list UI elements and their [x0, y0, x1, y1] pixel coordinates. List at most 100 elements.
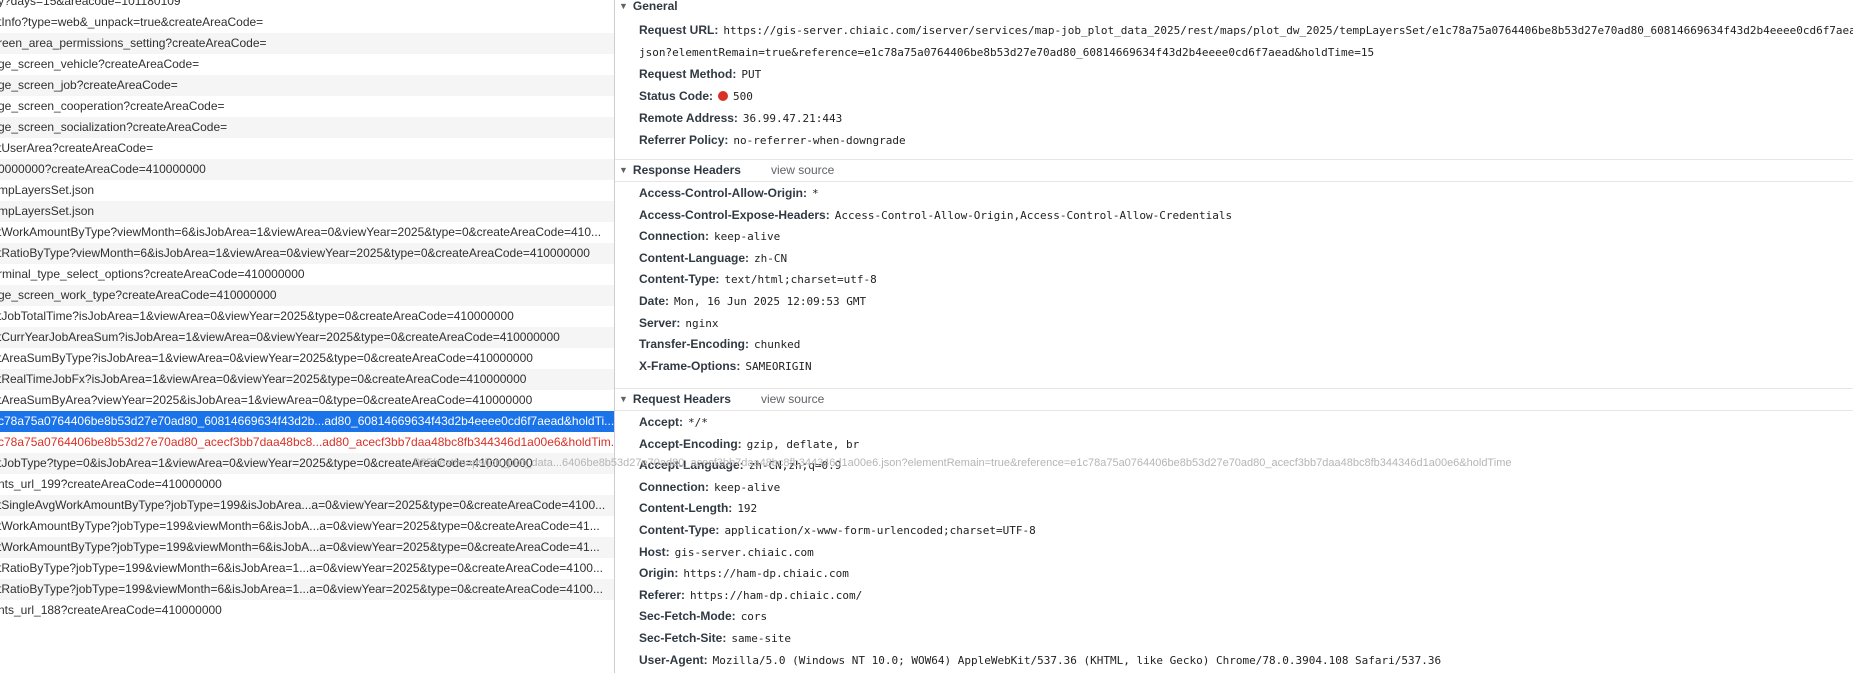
general-section-header[interactable]: ▼ General [615, 0, 1853, 17]
header-value: Access-Control-Allow-Origin,Access-Contr… [834, 208, 1233, 222]
header-key: Connection: [639, 479, 709, 494]
request-list-item[interactable]: reen_area_permissions_setting?createArea… [0, 33, 614, 54]
request-list-item[interactable]: c78a75a0764406be8b53d27e70ad80_acecf3bb7… [0, 432, 614, 453]
view-source-link[interactable]: view source [771, 163, 834, 177]
request-list-item[interactable]: tRatioByType?jobType=199&viewMonth=6&isJ… [0, 558, 614, 579]
request-name: 0000000?createAreaCode=410000000 [0, 162, 206, 176]
request-list-item[interactable]: c78a75a0764406be8b53d27e70ad80_608146696… [0, 411, 614, 432]
request-name: tAreaSumByArea?viewYear=2025&isJobArea=1… [0, 393, 533, 407]
request-list-item[interactable]: tUserArea?createAreaCode= [0, 138, 614, 159]
request-method-value: PUT [741, 68, 762, 81]
request-name: mpLayersSet.json [0, 204, 95, 218]
header-row: Content-Language: zh-CN [639, 247, 787, 269]
request-name: tSingleAvgWorkAmountByType?jobType=199&i… [0, 498, 606, 512]
request-list-item[interactable]: ge_screen_cooperation?createAreaCode= [0, 96, 614, 117]
header-key: Transfer-Encoding: [639, 337, 750, 352]
header-value: * [812, 187, 819, 200]
request-name: nts_url_188?createAreaCode=410000000 [0, 603, 222, 617]
header-value: nginx [685, 316, 719, 330]
header-row: Content-Length: 192 [639, 497, 757, 519]
header-value: https://ham-dp.chiaic.com [683, 567, 849, 581]
header-row: Date: Mon, 16 Jun 2025 12:09:53 GMT [639, 290, 866, 312]
request-list-item[interactable]: rminal_type_select_options?createAreaCod… [0, 264, 614, 285]
request-list-item[interactable]: tSingleAvgWorkAmountByType?jobType=199&i… [0, 495, 614, 516]
header-key: Referer: [639, 587, 686, 602]
header-value: keep-alive [714, 230, 781, 244]
status-code-row: Status Code: 500 [639, 85, 753, 107]
header-key: Origin: [639, 566, 679, 581]
header-value: zh-CN,zh;q=0.9 [748, 459, 842, 473]
request-list-item[interactable]: ge_screen_job?createAreaCode= [0, 75, 614, 96]
request-list-item[interactable]: tRatioByType?jobType=199&viewMonth=6&isJ… [0, 579, 614, 600]
collapse-triangle-icon[interactable]: ▼ [619, 389, 628, 410]
request-list-item[interactable]: tWorkAmountByType?jobType=199&viewMonth=… [0, 516, 614, 537]
request-url-value-continued: json?elementRemain=true&reference=e1c78a… [639, 46, 1375, 59]
header-value: gzip, deflate, br [746, 437, 860, 451]
request-list-item[interactable]: ge_screen_vehicle?createAreaCode= [0, 54, 614, 75]
header-key: Remote Address: [639, 111, 738, 125]
section-title: General [632, 0, 678, 13]
request-url-row: Request URL: https://gis-server.chiaic.co… [639, 19, 1853, 41]
request-method-row: Request Method: PUT [639, 63, 761, 85]
header-key: Status Code: [639, 89, 714, 103]
request-list-item[interactable]: tWorkAmountByType?jobType=199&viewMonth=… [0, 537, 614, 558]
section-title: Request Headers [632, 392, 731, 406]
request-name: tUserArea?createAreaCode= [0, 141, 154, 155]
request-list-item[interactable]: ge_screen_socialization?createAreaCode= [0, 117, 614, 138]
header-key: Accept: [639, 415, 684, 429]
request-list: y?days=15&areacode=101180109 tInfo?type=w… [0, 0, 614, 673]
header-row: Accept-Encoding: gzip, deflate, br [639, 433, 859, 455]
request-list-item[interactable]: tJobTotalTime?isJobArea=1&viewArea=0&vie… [0, 306, 614, 327]
request-name: c78a75a0764406be8b53d27e70ad80_608146696… [0, 414, 614, 428]
request-list-item[interactable]: tAreaSumByType?isJobArea=1&viewArea=0&vi… [0, 348, 614, 369]
remote-address-value: 36.99.47.21:443 [742, 112, 843, 125]
header-value: Mozilla/5.0 (Windows NT 10.0; WOW64) App… [712, 653, 1442, 667]
request-list-item[interactable]: tJobType?type=0&isJobArea=1&viewArea=0&v… [0, 453, 614, 474]
response-headers-section-header[interactable]: ▼ Response Headers view source [615, 159, 1853, 182]
request-url-row-continued: json?elementRemain=true&reference=e1c78a… [639, 41, 1374, 63]
request-list-item[interactable]: tInfo?type=web&_unpack=true&createAreaCo… [0, 12, 614, 33]
header-key: Access-Control-Allow-Origin: [639, 186, 808, 200]
remote-address-row: Remote Address: 36.99.47.21:443 [639, 107, 842, 129]
header-key: User-Agent: [639, 652, 708, 667]
header-key: Date: [639, 294, 670, 308]
request-list-item[interactable]: tAreaSumByArea?viewYear=2025&isJobArea=1… [0, 390, 614, 411]
view-source-link[interactable]: view source [761, 392, 824, 406]
collapse-triangle-icon[interactable]: ▼ [619, 160, 628, 181]
header-row: Sec-Fetch-Mode: cors [639, 605, 767, 627]
header-row: Content-Type: text/html;charset=utf-8 [639, 268, 877, 290]
request-name: tWorkAmountByType?viewMonth=6&isJobArea=… [0, 225, 602, 239]
request-list-item[interactable]: mpLayersSet.json [0, 201, 614, 222]
header-row: Host: gis-server.chiaic.com [639, 541, 814, 563]
header-key: Sec-Fetch-Site: [639, 631, 727, 645]
request-list-item[interactable]: nts_url_188?createAreaCode=410000000 [0, 600, 614, 621]
header-row: Referer: https://ham-dp.chiaic.com/ [639, 584, 862, 606]
request-list-item[interactable]: tRealTimeJobFx?isJobArea=1&viewArea=0&vi… [0, 369, 614, 390]
request-list-item[interactable]: nts_url_199?createAreaCode=410000000 [0, 474, 614, 495]
request-list-item[interactable]: mpLayersSet.json [0, 180, 614, 201]
header-row: Transfer-Encoding: chunked [639, 333, 800, 355]
request-name: y?days=15&areacode=101180109 [0, 0, 181, 8]
request-name: tJobType?type=0&isJobArea=1&viewArea=0&v… [0, 456, 533, 470]
request-list-item[interactable]: tWorkAmountByType?viewMonth=6&isJobArea=… [0, 222, 614, 243]
request-name: tWorkAmountByType?jobType=199&viewMonth=… [0, 540, 600, 554]
header-value: same-site [731, 632, 791, 645]
status-code-value: 500 [733, 90, 753, 103]
header-row: Accept: */* [639, 411, 708, 433]
request-list-item[interactable]: tCurrYearJobAreaSum?isJobArea=1&viewArea… [0, 327, 614, 348]
request-list-item[interactable]: y?days=15&areacode=101180109 [0, 0, 614, 12]
request-list-item[interactable]: ge_screen_work_type?createAreaCode=41000… [0, 285, 614, 306]
request-name: tJobTotalTime?isJobArea=1&viewArea=0&vie… [0, 309, 514, 323]
header-key: Connection: [639, 229, 709, 244]
header-key: Accept-Language: [639, 458, 744, 473]
request-name: ge_screen_cooperation?createAreaCode= [0, 99, 225, 113]
request-list-item[interactable]: tRatioByType?viewMonth=6&isJobArea=1&vie… [0, 243, 614, 264]
header-value: SAMEORIGIN [745, 359, 812, 373]
header-row: User-Agent: Mozilla/5.0 (Windows NT 10.0;… [639, 649, 1441, 671]
header-key: Host: [639, 544, 670, 559]
request-list-item[interactable]: 0000000?createAreaCode=410000000 [0, 159, 614, 180]
request-headers-section-header[interactable]: ▼ Request Headers view source [615, 388, 1853, 411]
header-key: X-Frame-Options: [639, 358, 741, 373]
collapse-triangle-icon[interactable]: ▼ [619, 0, 628, 17]
headers-panel: ▼ General Request URL: https://gis-server.… [615, 0, 1853, 673]
